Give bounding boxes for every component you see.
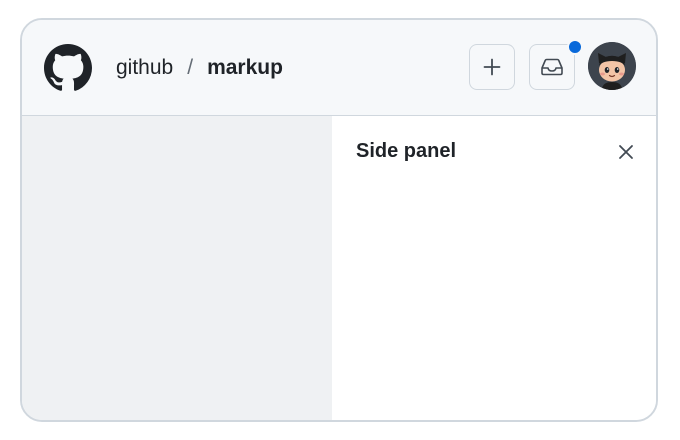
breadcrumb-repo-link[interactable]: markup — [207, 56, 283, 80]
unread-notification-indicator — [567, 39, 583, 55]
content-area — [22, 116, 332, 420]
app-window: github / markup Side panel — [20, 18, 658, 422]
close-side-panel-button[interactable] — [612, 138, 640, 166]
user-avatar[interactable] — [588, 42, 636, 90]
breadcrumb: github / markup — [116, 54, 283, 82]
close-icon — [619, 145, 633, 159]
plus-icon — [483, 58, 501, 76]
breadcrumb-owner-link[interactable]: github — [116, 56, 173, 80]
github-logo-icon[interactable] — [44, 44, 92, 92]
side-panel: Side panel — [332, 116, 656, 420]
breadcrumb-separator: / — [187, 56, 194, 79]
app-header: github / markup — [22, 20, 656, 116]
create-new-button[interactable] — [469, 44, 515, 90]
octocat-avatar-icon — [588, 42, 636, 90]
inbox-icon — [541, 58, 563, 76]
side-panel-title: Side panel — [356, 140, 457, 162]
main-area: Side panel — [22, 116, 656, 420]
